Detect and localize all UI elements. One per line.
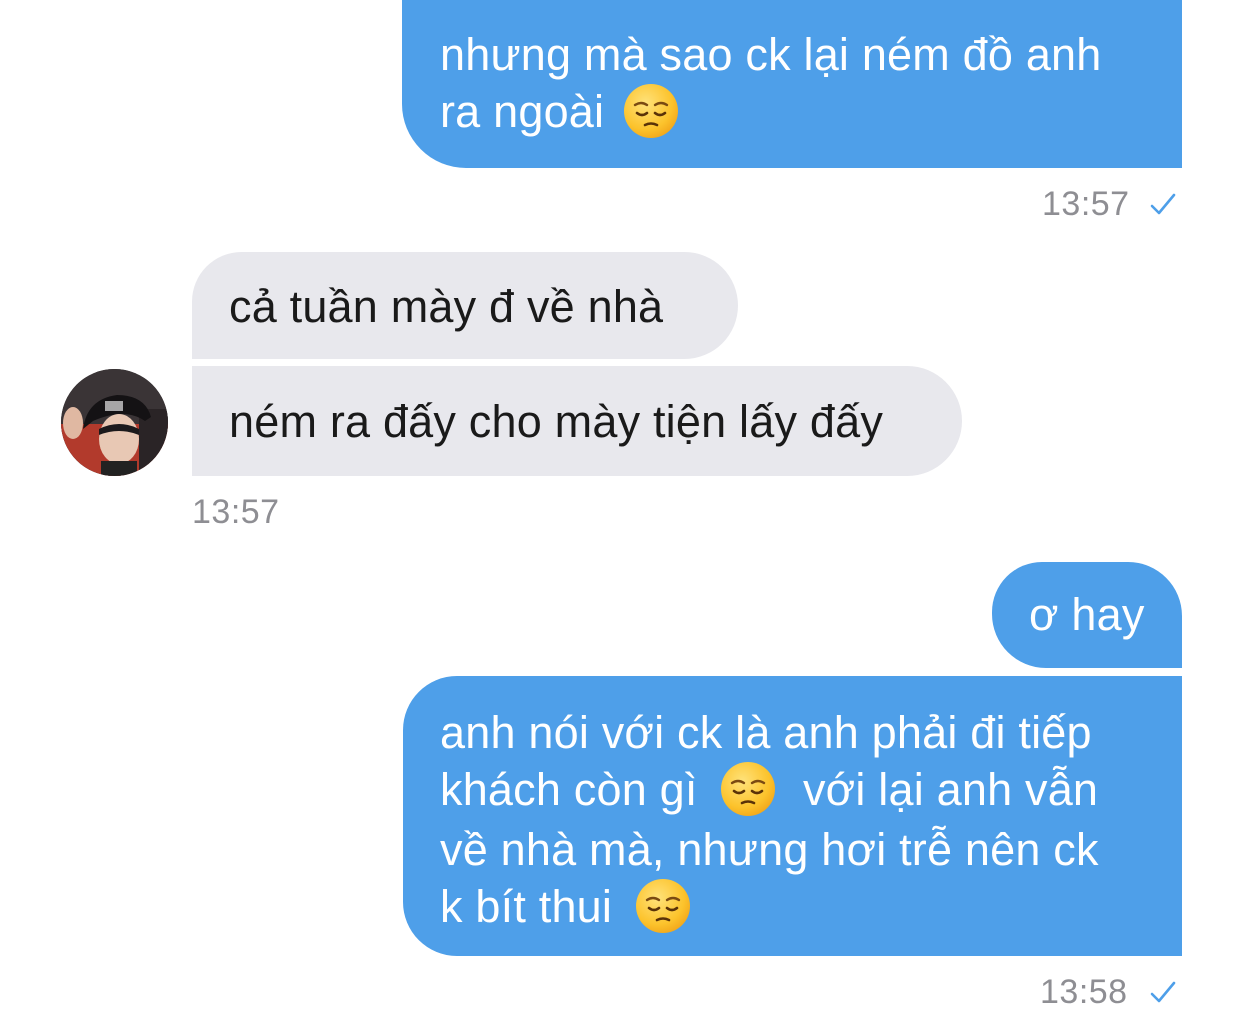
message-timestamp: 13:57 [192,493,280,531]
message-text: về nhà mà, nhưng hơi trễ nên ck [440,824,1099,876]
avatar[interactable] [61,369,168,476]
message-text: cả tuần mày đ về nhà [229,281,664,332]
message-timestamp: 13:58 [1040,973,1128,1011]
message-bubble-incoming[interactable]: cả tuần mày đ về nhà [192,252,738,359]
message-text: ném ra đấy cho mày tiện lấy đấy [229,396,884,447]
check-icon [1148,978,1178,1008]
message-text: với lại anh vẫn [802,764,1099,815]
check-icon [1148,190,1178,220]
pensive-face-emoji [720,761,776,817]
message-text: nhưng mà sao ck lại ném đồ anh [440,29,1102,80]
message-bubble-outgoing[interactable]: ơ hay [992,562,1182,668]
pensive-face-emoji [635,878,691,934]
message-text: k bít thui [440,881,613,933]
pensive-face-emoji [623,83,679,139]
message-text: ra ngoài [440,86,605,137]
message-text: anh nói với ck là anh phải đi tiếp [440,707,1092,758]
message-bubble-outgoing[interactable]: anh nói với ck là anh phải đi tiếp khách… [403,676,1182,956]
message-timestamp: 13:57 [1042,185,1130,223]
message-bubble-outgoing[interactable]: nhưng mà sao ck lại ném đồ anh ra ngoài [402,0,1182,168]
message-text: ơ hay [1029,589,1145,640]
message-text: khách còn gì [440,764,698,815]
message-bubble-incoming[interactable]: ném ra đấy cho mày tiện lấy đấy [192,366,962,476]
